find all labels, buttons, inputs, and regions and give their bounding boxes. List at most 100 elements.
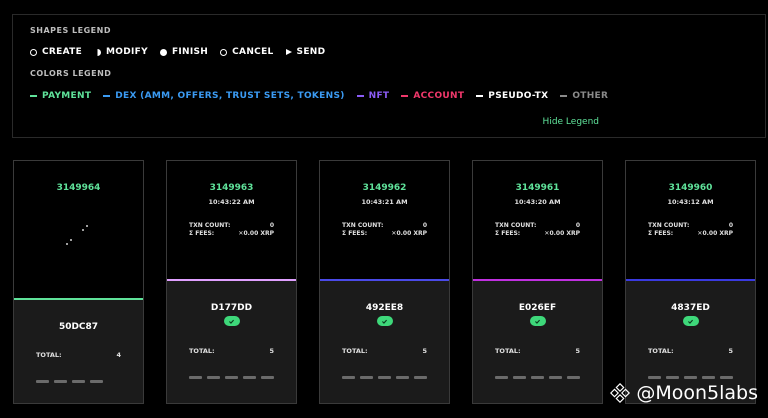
total-row: TOTAL: 4 <box>36 351 121 359</box>
transaction-bar <box>549 376 562 379</box>
transaction-bars <box>495 376 585 379</box>
shape-label: SEND <box>296 47 326 57</box>
ledger-index: 3149963 <box>209 183 254 193</box>
hide-legend-link[interactable]: Hide Legend <box>543 117 599 127</box>
transaction-bar <box>414 376 427 379</box>
validated-check-icon <box>223 316 240 326</box>
color-legend-label: PAYMENT <box>42 91 92 101</box>
transaction-bar <box>378 376 391 379</box>
transaction-bar <box>495 376 508 379</box>
ledger-close-time: 10:43:12 AM <box>667 198 714 206</box>
shapes-legend-row: CREATE MODIFY FINISH CANCEL SEND <box>30 47 337 57</box>
transaction-bar <box>261 376 274 379</box>
transaction-bar <box>702 376 715 379</box>
transaction-bar <box>36 380 49 383</box>
ledger-index: 3149961 <box>515 183 560 193</box>
total-label: TOTAL: <box>189 347 215 355</box>
transaction-bars <box>36 380 108 383</box>
fees-value: 0.00 XRP <box>243 230 274 237</box>
color-legend-item: OTHER <box>560 91 608 101</box>
transaction-bar <box>513 376 526 379</box>
total-label: TOTAL: <box>36 351 62 359</box>
validated-check-icon <box>682 316 699 326</box>
ledger-hash: 50DC87 <box>58 322 99 332</box>
total-row: TOTAL: 5 <box>648 347 733 355</box>
ledger-close-time: 10:43:22 AM <box>208 198 255 206</box>
transaction-bar <box>360 376 373 379</box>
color-legend-item: ACCOUNT <box>401 91 464 101</box>
color-swatch <box>560 95 568 97</box>
fees-label: Σ FEES: <box>342 230 368 237</box>
transaction-bar <box>666 376 679 379</box>
fees-value-wrap: ✕0.00 XRP <box>697 230 733 237</box>
transaction-bar <box>648 376 661 379</box>
total-label: TOTAL: <box>495 347 521 355</box>
ledger-card[interactable]: 3149963 10:43:22 AM TXN COUNT: 0 Σ FEES: ✕0.0… <box>166 160 297 404</box>
shape-cancel: CANCEL <box>220 47 273 57</box>
ledger-summary: 50DC87 TOTAL: 4 <box>14 298 143 403</box>
binance-logo-icon <box>610 382 631 404</box>
circle-outline-icon <box>220 48 228 56</box>
txn-count-row: TXN COUNT: 0 <box>342 222 427 229</box>
transaction-bar <box>225 376 238 379</box>
color-swatch <box>476 95 484 97</box>
activity-dots <box>66 225 106 255</box>
ledger-card[interactable]: 3149964 50DC87 TOTAL: 4 <box>13 160 144 404</box>
ledger-hash: D177DD <box>210 303 253 313</box>
color-swatch <box>401 95 409 97</box>
total-row: TOTAL: 5 <box>495 347 580 355</box>
txn-count-value: 0 <box>575 222 580 229</box>
color-legend-label: DEX (AMM, OFFERS, TRUST SETS, TOKENS) <box>115 91 345 101</box>
half-circle-icon <box>94 48 102 56</box>
ledger-hash: 4837ED <box>671 303 710 313</box>
color-swatch <box>103 95 111 97</box>
transaction-bar <box>342 376 355 379</box>
fees-value-wrap: ✕0.00 XRP <box>391 230 427 237</box>
colors-legend-row: PAYMENT DEX (AMM, OFFERS, TRUST SETS, TOK… <box>30 91 620 101</box>
txn-count-label: TXN COUNT: <box>342 222 384 229</box>
fees-value-wrap: ✕0.00 XRP <box>238 230 274 237</box>
color-legend-label: ACCOUNT <box>413 91 465 101</box>
ledger-card[interactable]: 3149961 10:43:20 AM TXN COUNT: 0 Σ FEES: ✕0.0… <box>472 160 603 404</box>
ledger-hash: 492EE8 <box>365 303 404 313</box>
ledger-close-time: 10:43:20 AM <box>514 198 561 206</box>
transaction-bar <box>396 376 409 379</box>
txn-count-label: TXN COUNT: <box>648 222 690 229</box>
total-value: 4 <box>116 351 121 359</box>
shape-send: SEND <box>285 47 326 57</box>
txn-count-label: TXN COUNT: <box>495 222 537 229</box>
watermark-text: @Moon5labs <box>636 382 758 404</box>
color-legend-label: NFT <box>368 91 390 101</box>
play-triangle-icon <box>285 49 292 55</box>
ledger-card[interactable]: 3149962 10:43:21 AM TXN COUNT: 0 Σ FEES: ✕0.0… <box>319 160 450 404</box>
ledger-card[interactable]: 3149960 10:43:12 AM TXN COUNT: 0 Σ FEES: ✕0.0… <box>625 160 756 404</box>
fees-row: Σ FEES: ✕0.00 XRP <box>189 230 274 237</box>
transaction-bar <box>90 380 103 383</box>
total-value: 5 <box>269 347 274 355</box>
color-legend-item: NFT <box>356 91 390 101</box>
validated-check-icon <box>376 316 393 326</box>
ledger-summary: E026EF TOTAL: 5 <box>473 279 602 403</box>
fees-label: Σ FEES: <box>495 230 521 237</box>
fees-row: Σ FEES: ✕0.00 XRP <box>648 230 733 237</box>
ledger-index: 3149964 <box>56 183 101 193</box>
shape-label: CREATE <box>42 47 83 57</box>
txn-count-value: 0 <box>728 222 733 229</box>
ledger-close-time: 10:43:21 AM <box>361 198 408 206</box>
txn-count-value: 0 <box>422 222 427 229</box>
shape-label: CANCEL <box>232 47 274 57</box>
total-label: TOTAL: <box>342 347 368 355</box>
filled-circle-icon <box>159 48 167 56</box>
color-legend-item: PSEUDO-TX <box>476 91 548 101</box>
ledger-index: 3149960 <box>668 183 713 193</box>
fees-value: 0.00 XRP <box>549 230 580 237</box>
color-legend-label: PSEUDO-TX <box>488 91 549 101</box>
transaction-bar <box>189 376 202 379</box>
total-value: 5 <box>422 347 427 355</box>
transaction-bars <box>189 376 279 379</box>
shape-finish: FINISH <box>159 47 208 57</box>
total-row: TOTAL: 5 <box>189 347 274 355</box>
txn-count-row: TXN COUNT: 0 <box>495 222 580 229</box>
color-legend-label: OTHER <box>572 91 609 101</box>
shape-create: CREATE <box>30 47 82 57</box>
